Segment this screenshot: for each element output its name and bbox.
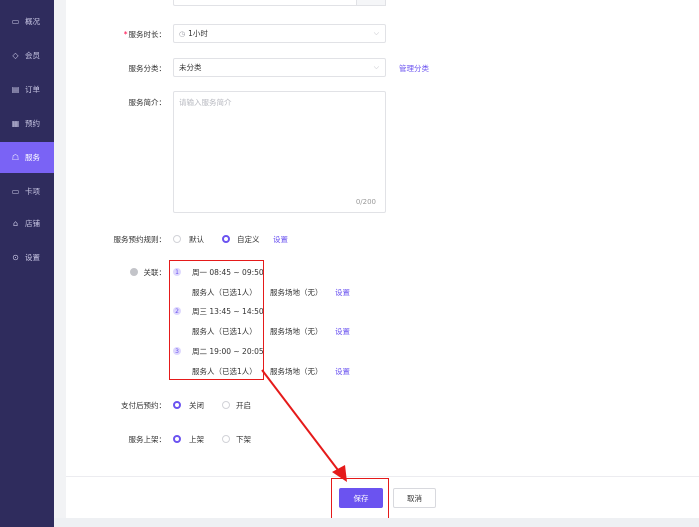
pay-then-book-off-radio[interactable] bbox=[173, 401, 181, 409]
listing-on-label: 上架 bbox=[189, 435, 204, 444]
card-icon: ▭ bbox=[11, 186, 20, 196]
service-form bbox=[66, 0, 699, 527]
category-value: 未分类 bbox=[179, 63, 202, 72]
sidebar-item-label: 会员 bbox=[25, 51, 40, 60]
duration-value: 1小时 bbox=[188, 29, 208, 38]
association-label: 关联： bbox=[143, 268, 167, 277]
reservation-icon: ▦ bbox=[11, 118, 20, 128]
settings-icon: ⊙ bbox=[12, 252, 19, 262]
booking-rule-custom-radio[interactable] bbox=[222, 235, 230, 243]
pay-then-book-label: 支付后预约： bbox=[121, 401, 166, 410]
pay-then-book-on-label: 开启 bbox=[236, 401, 251, 410]
duration-select[interactable]: ◷ 1小时 ⌵ bbox=[173, 24, 386, 43]
booking-rule-custom-label: 自定义 bbox=[237, 235, 260, 244]
member-icon: ◇ bbox=[12, 50, 19, 60]
intro-label: 服务简介： bbox=[128, 98, 167, 107]
pay-then-book-on-radio[interactable] bbox=[222, 401, 230, 409]
sidebar-item-card[interactable]: ▭ 卡项 bbox=[0, 176, 54, 207]
overview-icon: ▭ bbox=[11, 16, 20, 26]
intro-placeholder: 请输入服务简介 bbox=[179, 98, 232, 107]
order-icon: ▤ bbox=[11, 84, 20, 94]
booking-rule-label: 服务预约规则： bbox=[113, 235, 167, 244]
rule-set-link[interactable]: 设置 bbox=[335, 287, 350, 298]
sidebar-item-label: 概况 bbox=[25, 17, 40, 26]
listing-off-radio[interactable] bbox=[222, 435, 230, 443]
booking-rule-set-link[interactable]: 设置 bbox=[273, 234, 288, 245]
booking-rule-default-label: 默认 bbox=[189, 235, 204, 244]
sidebar-item-label: 卡项 bbox=[25, 187, 40, 196]
sidebar-item-member[interactable]: ◇ 会员 bbox=[0, 40, 54, 71]
sidebar-item-store[interactable]: ⌂ 店铺 bbox=[0, 208, 54, 239]
sidebar-item-label: 店铺 bbox=[25, 219, 40, 228]
service-icon: ☖ bbox=[11, 152, 20, 162]
intro-textarea[interactable]: 请输入服务简介 0/200 bbox=[173, 91, 386, 213]
rule-venue[interactable]: 服务场地（无） bbox=[270, 326, 323, 337]
sidebar-item-overview[interactable]: ▭ 概况 bbox=[0, 6, 54, 37]
annotation-highlight-box bbox=[331, 478, 389, 519]
booking-rule-default-radio[interactable] bbox=[173, 235, 181, 243]
sidebar-item-label: 预约 bbox=[25, 119, 40, 128]
sidebar-item-label: 订单 bbox=[25, 85, 40, 94]
listing-on-radio[interactable] bbox=[173, 435, 181, 443]
sidebar-item-label: 服务 bbox=[25, 153, 40, 162]
clock-icon: ◷ bbox=[179, 29, 186, 38]
footer-divider bbox=[66, 476, 699, 477]
chevron-down-icon: ⌵ bbox=[373, 62, 379, 71]
association-radio[interactable] bbox=[130, 268, 138, 276]
category-label: 服务分类： bbox=[128, 64, 167, 73]
sidebar-item-service[interactable]: ☖ 服务 bbox=[0, 142, 54, 173]
chevron-down-icon: ⌵ bbox=[373, 28, 379, 37]
pay-then-book-off-label: 关闭 bbox=[189, 401, 204, 410]
rule-venue[interactable]: 服务场地（无） bbox=[270, 287, 323, 298]
category-select[interactable]: 未分类 ⌵ bbox=[173, 58, 386, 77]
bottom-scroll-area bbox=[54, 518, 699, 527]
truncated-field bbox=[173, 0, 386, 6]
sidebar-item-order[interactable]: ▤ 订单 bbox=[0, 74, 54, 105]
sidebar-item-settings[interactable]: ⊙ 设置 bbox=[0, 242, 54, 273]
annotation-highlight-box bbox=[169, 260, 264, 380]
sidebar-item-reservation[interactable]: ▦ 预约 bbox=[0, 108, 54, 139]
truncated-field-suffix bbox=[356, 0, 386, 6]
rule-venue[interactable]: 服务场地（无） bbox=[270, 366, 323, 377]
sidebar-item-label: 设置 bbox=[25, 253, 40, 262]
store-icon: ⌂ bbox=[12, 218, 19, 228]
listing-off-label: 下架 bbox=[236, 435, 251, 444]
rule-set-link[interactable]: 设置 bbox=[335, 326, 350, 337]
rule-set-link[interactable]: 设置 bbox=[335, 366, 350, 377]
intro-counter: 0/200 bbox=[355, 198, 376, 206]
cancel-button[interactable]: 取消 bbox=[393, 488, 436, 508]
listing-label: 服务上架： bbox=[128, 435, 167, 444]
duration-label: *服务时长： bbox=[123, 30, 166, 39]
manage-category-link[interactable]: 管理分类 bbox=[399, 63, 429, 74]
sidebar: ▭ 概况 ◇ 会员 ▤ 订单 ▦ 预约 ☖ 服务 ▭ 卡项 ⌂ 店铺 ⊙ 设置 bbox=[0, 0, 54, 527]
